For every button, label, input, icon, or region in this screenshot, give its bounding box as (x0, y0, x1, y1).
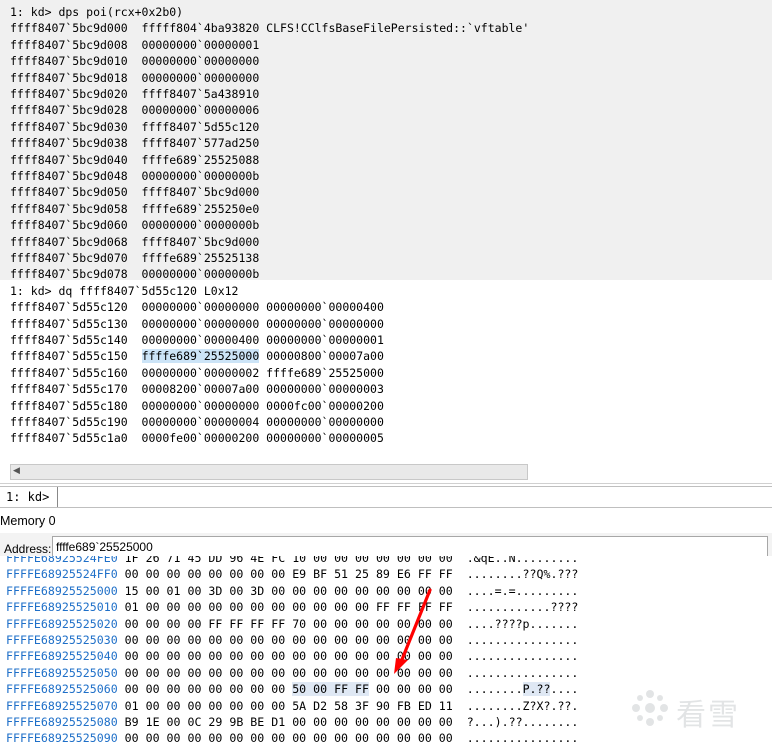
memory-row-ascii: ................ (466, 633, 579, 647)
memory-row-ascii: ............???? (466, 600, 579, 615)
horizontal-scrollbar[interactable]: ◀ (10, 464, 528, 480)
memory-row: FFFFE68925525070 01 00 00 00 00 00 00 00… (6, 698, 578, 714)
memory-row-address: FFFFE68925525010 (6, 600, 118, 615)
output-line: ffff8407`5d55c120 00000000`00000000 0000… (10, 300, 384, 315)
command-echo-line: 1: kd> dq ffff8407`5d55c120 L0x12 (10, 283, 239, 298)
memory-row-ascii: ?...).??........ (466, 715, 579, 729)
prompt-label: 1: kd> (6, 490, 50, 504)
memory-row-bytes: 01 00 00 00 00 00 00 00 00 00 00 00 FF F… (124, 600, 453, 615)
memory-row: FFFFE68925525000 15 00 01 00 3D 00 3D 00… (6, 583, 578, 599)
line-prefix: ffff8407`5d55c150 (10, 349, 142, 364)
output-line: ffff8407`5bc9d068 ffff8407`5bc9d000 (10, 234, 260, 249)
memory-row: FFFFE68925524FE0 1F 26 71 45 DD 96 4E FC… (6, 556, 578, 566)
output-line: ffff8407`5bc9d060 00000000`0000000b (10, 218, 260, 233)
memory-row-ascii: ................ (466, 665, 579, 680)
selected-text[interactable]: ffffe689`25525000 (141, 349, 260, 364)
output-line: ffff8407`5bc9d028 00000000`00000006 (10, 103, 260, 118)
output-line: ffff8407`5d55c130 00000000`00000000 0000… (10, 316, 384, 331)
output-line: ffff8407`5d55c180 00000000`00000000 0000… (10, 398, 384, 413)
memory-row-address: FFFFE68925525020 (6, 616, 118, 631)
memory-row-address: FFFFE68925525030 (6, 633, 118, 647)
output-line: ffff8407`5bc9d018 00000000`00000000 (10, 70, 260, 85)
highlighted-bytes: 50 00 FF FF (292, 682, 369, 697)
kanxue-logo-icon (632, 690, 668, 726)
output-line: ffff8407`5bc9d010 00000000`00000000 (10, 54, 260, 69)
output-line: ffff8407`5bc9d000 fffff804`4ba93820 CLFS… (10, 21, 530, 36)
memory-row-address: FFFFE68925525050 (6, 665, 118, 680)
command-echo-line: 1: kd> dps poi(rcx+0x2b0) (10, 5, 184, 19)
address-input[interactable] (52, 536, 768, 558)
output-line: ffff8407`5bc9d030 ffff8407`5d55c120 (10, 119, 260, 134)
memory-row-address: FFFFE68925524FE0 (6, 556, 118, 565)
memory-row-ascii: ................ (466, 649, 579, 664)
memory-row: FFFFE68925525030 00 00 00 00 00 00 00 00… (6, 632, 578, 648)
memory-window-title[interactable]: Memory 0 (0, 514, 56, 528)
memory-row: FFFFE68925525020 00 00 00 00 FF FF FF FF… (6, 616, 578, 632)
output-line: ffff8407`5d55c160 00000000`00000002 ffff… (10, 365, 384, 380)
memory-row-ascii: ....????p....... (466, 616, 579, 631)
memory-row-ascii: ................ (466, 731, 579, 746)
prompt-divider (57, 487, 58, 507)
watermark-text: 看雪 (676, 698, 740, 733)
command-input[interactable] (60, 489, 772, 507)
memory-row-bytes: 00 00 00 00 (368, 682, 453, 697)
memory-row: FFFFE68925525040 00 00 00 00 00 00 00 00… (6, 648, 578, 664)
memory-row-address: FFFFE68925525060 (6, 682, 118, 697)
command-output-window[interactable]: 1: kd> dps poi(rcx+0x2b0) ffff8407`5bc9d0… (0, 0, 772, 463)
memory-row-address: FFFFE68925525040 (6, 649, 118, 664)
memory-row-bytes: 1F 26 71 45 DD 96 4E FC 10 00 00 00 00 0… (124, 556, 453, 565)
memory-row-bytes: 01 00 00 00 00 00 00 00 5A D2 58 3F 90 F… (124, 698, 453, 713)
memory-row-ascii: ........Z?X?.??. (466, 698, 579, 713)
memory-row-address: FFFFE68925525070 (6, 698, 118, 713)
memory-row-bytes: 00 00 00 00 00 00 00 00 00 00 00 00 00 0… (124, 633, 453, 647)
output-line: ffff8407`5bc9d050 ffff8407`5bc9d000 (10, 185, 260, 200)
memory-row-address: FFFFE68925524FF0 (6, 567, 118, 582)
memory-row: FFFFE68925524FF0 00 00 00 00 00 00 00 00… (6, 566, 578, 582)
output-line: ffff8407`5d55c150 ffffe689`25525000 0000… (10, 348, 384, 364)
memory-row-ascii: ....=.=......... (466, 583, 579, 598)
output-line: ffff8407`5bc9d008 00000000`00000001 (10, 37, 260, 52)
output-line: ffff8407`5bc9d070 ffffe689`25525138 (10, 251, 260, 265)
memory-row-ascii: .... (550, 682, 579, 697)
output-line: ffff8407`5d55c1a0 0000fe00`00000200 0000… (10, 431, 384, 446)
memory-row-ascii: ........ (466, 682, 523, 697)
memory-row: FFFFE68925525010 01 00 00 00 00 00 00 00… (6, 599, 578, 615)
pane-divider (0, 483, 772, 484)
output-line: ffff8407`5bc9d038 ffff8407`577ad250 (10, 136, 260, 151)
address-label: Address: (4, 542, 52, 556)
output-line: ffff8407`5bc9d058 ffffe689`255250e0 (10, 201, 260, 216)
memory-row-bytes: 00 00 00 00 00 00 00 00 00 00 00 00 00 0… (124, 649, 453, 664)
memory-row-bytes: 00 00 00 00 00 00 00 00 00 00 00 00 00 0… (124, 731, 453, 746)
output-line: ffff8407`5bc9d020 ffff8407`5a438910 (10, 87, 260, 101)
memory-row: FFFFE68925525090 00 00 00 00 00 00 00 00… (6, 730, 578, 746)
memory-row-bytes: 00 00 00 00 00 00 00 00 E9 BF 51 25 89 E… (124, 567, 453, 582)
command-prompt-row: 1: kd> (0, 486, 772, 508)
memory-row-address: FFFFE68925525000 (6, 583, 118, 598)
scroll-left-arrow-icon[interactable]: ◀ (13, 466, 20, 476)
memory-row-ascii: .&qE..N......... (466, 556, 579, 565)
memory-row: FFFFE68925525050 00 00 00 00 00 00 00 00… (6, 665, 578, 681)
memory-row: FFFFE68925525080 B9 1E 00 0C 29 9B BE D1… (6, 714, 578, 730)
output-line: ffff8407`5bc9d078 00000000`0000000b (10, 267, 260, 282)
memory-row: FFFFE68925525060 00 00 00 00 00 00 00 00… (6, 681, 578, 697)
memory-row-address: FFFFE68925525090 (6, 731, 118, 746)
memory-row-bytes: B9 1E 00 0C 29 9B BE D1 00 00 00 00 00 0… (124, 715, 453, 729)
memory-row-ascii: ........??Q%.??? (466, 567, 579, 582)
output-line: ffff8407`5bc9d048 00000000`0000000b (10, 169, 260, 183)
memory-row-bytes: 00 00 00 00 00 00 00 00 00 00 00 00 00 0… (124, 665, 453, 680)
memory-row-bytes: 15 00 01 00 3D 00 3D 00 00 00 00 00 00 0… (124, 583, 453, 598)
output-line: ffff8407`5d55c190 00000000`00000004 0000… (10, 415, 384, 429)
line-suffix: 00000800`00007a00 (259, 349, 384, 364)
highlighted-ascii: P.?? (522, 682, 551, 697)
output-line: ffff8407`5d55c140 00000000`00000400 0000… (10, 333, 384, 347)
memory-row-bytes: 00 00 00 00 FF FF FF FF 70 00 00 00 00 0… (124, 616, 453, 631)
memory-row-bytes: 00 00 00 00 00 00 00 00 (124, 682, 293, 697)
memory-row-address: FFFFE68925525080 (6, 715, 118, 729)
watermark: 看雪 (628, 680, 768, 740)
output-line: ffff8407`5d55c170 00008200`00007a00 0000… (10, 382, 384, 397)
output-line: ffff8407`5bc9d040 ffffe689`25525088 (10, 152, 260, 167)
